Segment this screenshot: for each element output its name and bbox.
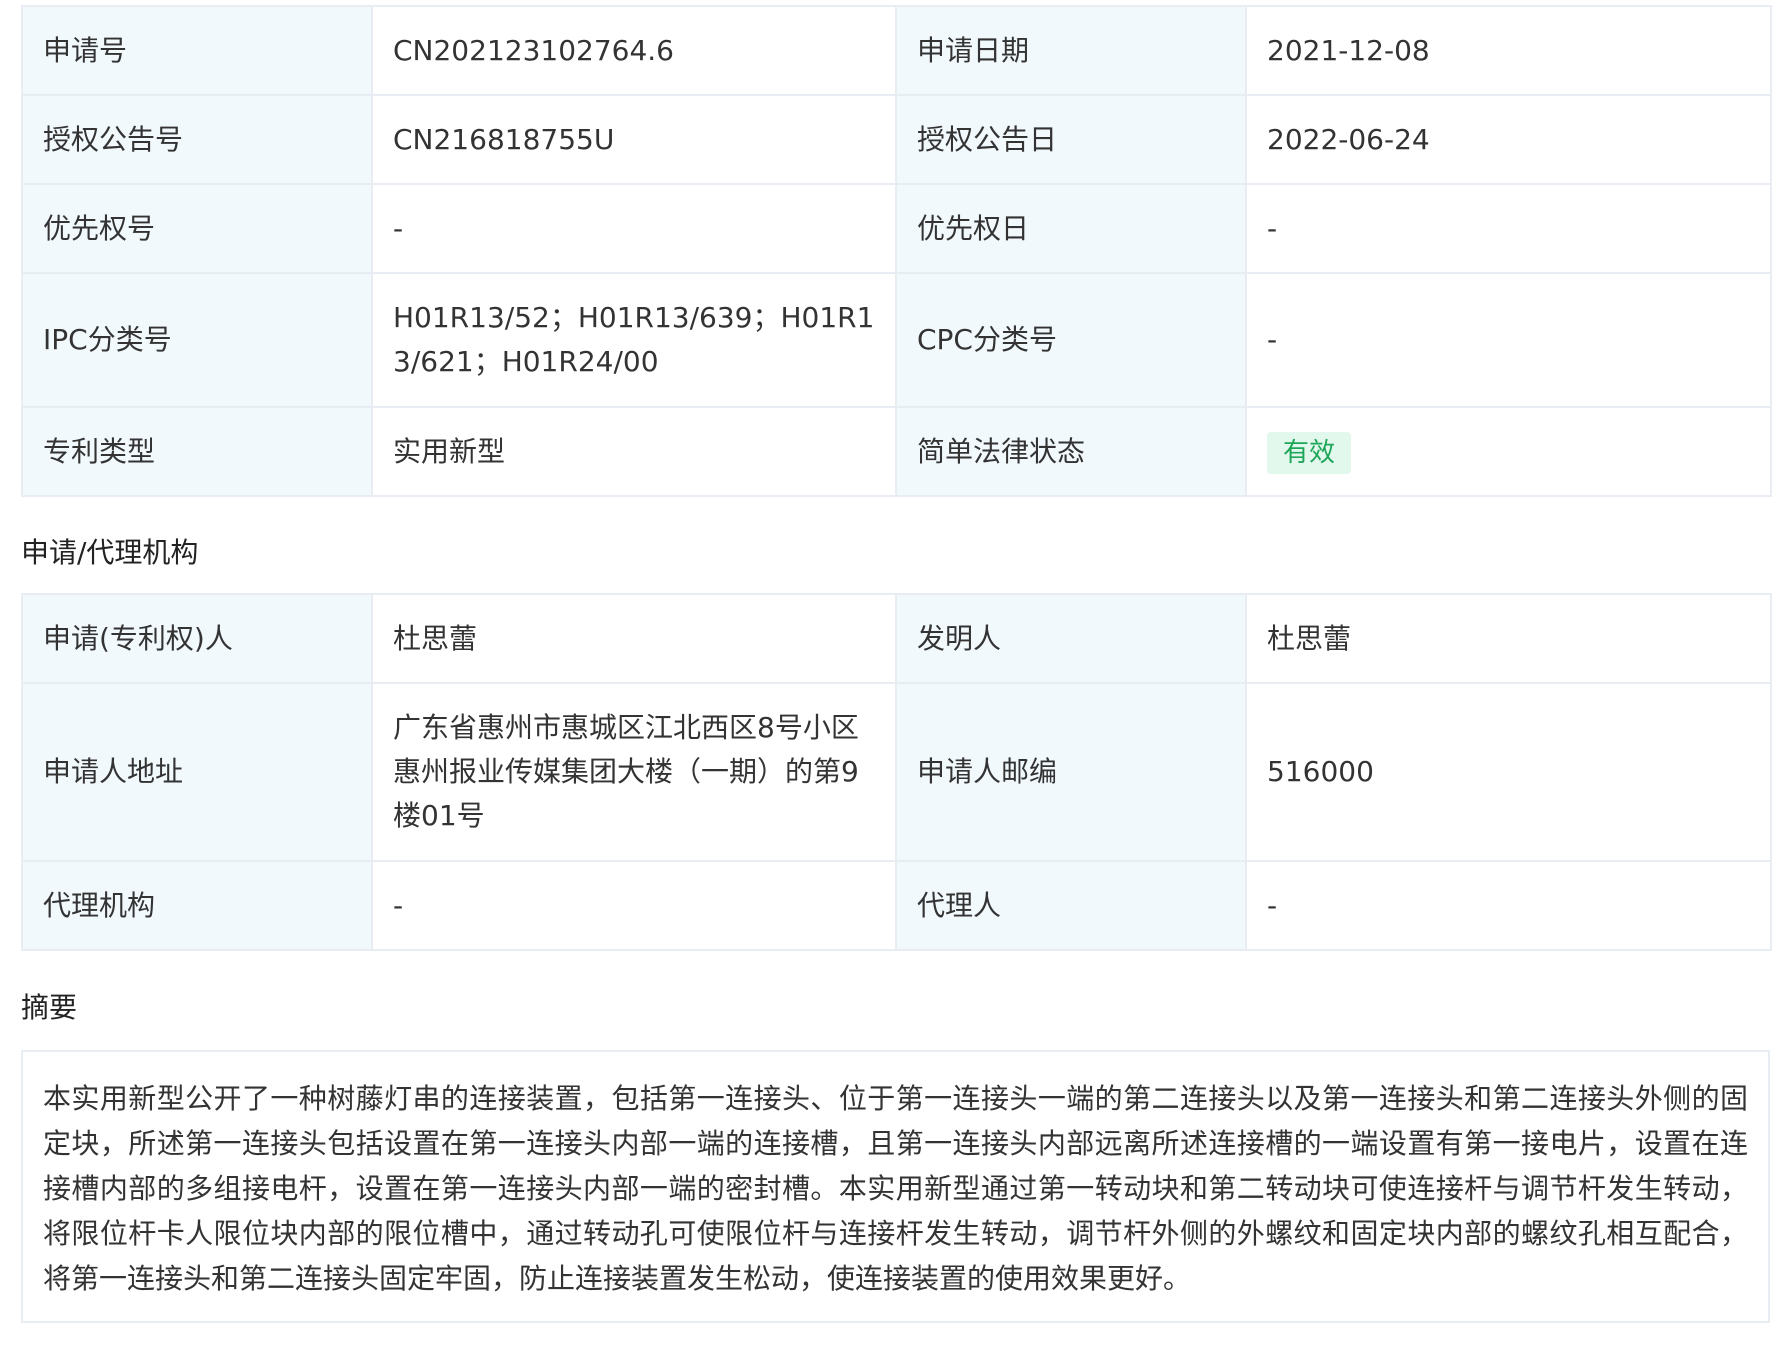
grant-publication-number-label: 授权公告号 <box>21 94 373 185</box>
application-number-label: 申请号 <box>21 5 373 96</box>
applicant-label: 申请(专利权)人 <box>21 593 373 684</box>
agent-value: - <box>1245 860 1772 951</box>
legal-status-label: 简单法律状态 <box>895 406 1247 497</box>
grant-publication-date-value: 2022-06-24 <box>1245 94 1772 185</box>
patent-type-value: 实用新型 <box>371 406 897 497</box>
agency-label: 代理机构 <box>21 860 373 951</box>
priority-date-value: - <box>1245 183 1772 274</box>
agency-info-table: 申请(专利权)人 杜思蕾 发明人 杜思蕾 申请人地址 广东省惠州市惠城区江北西区… <box>21 593 1772 951</box>
table-row: 申请(专利权)人 杜思蕾 发明人 杜思蕾 <box>21 593 1772 684</box>
grant-publication-date-label: 授权公告日 <box>895 94 1247 185</box>
patent-type-label: 专利类型 <box>21 406 373 497</box>
ipc-class-value: H01R13/52；H01R13/639；H01R13/621；H01R24/0… <box>371 272 897 408</box>
applicant-postcode-value: 516000 <box>1245 682 1772 862</box>
abstract-text: 本实用新型公开了一种树藤灯串的连接装置，包括第一连接头、位于第一连接头一端的第二… <box>21 1050 1770 1323</box>
cpc-class-value: - <box>1245 272 1772 408</box>
basic-info-table: 申请号 CN202123102764.6 申请日期 2021-12-08 授权公… <box>21 5 1772 497</box>
inventor-value: 杜思蕾 <box>1245 593 1772 684</box>
table-row: 授权公告号 CN216818755U 授权公告日 2022-06-24 <box>21 94 1772 185</box>
agency-section-title: 申请/代理机构 <box>21 536 199 569</box>
grant-publication-number-value: CN216818755U <box>371 94 897 185</box>
priority-number-value: - <box>371 183 897 274</box>
application-date-value: 2021-12-08 <box>1245 5 1772 96</box>
agent-label: 代理人 <box>895 860 1247 951</box>
inventor-label: 发明人 <box>895 593 1247 684</box>
applicant-postcode-label: 申请人邮编 <box>895 682 1247 862</box>
table-row: 申请号 CN202123102764.6 申请日期 2021-12-08 <box>21 5 1772 96</box>
priority-number-label: 优先权号 <box>21 183 373 274</box>
applicant-value: 杜思蕾 <box>371 593 897 684</box>
ipc-class-label: IPC分类号 <box>21 272 373 408</box>
table-row: 优先权号 - 优先权日 - <box>21 183 1772 274</box>
application-number-value: CN202123102764.6 <box>371 5 897 96</box>
table-row: IPC分类号 H01R13/52；H01R13/639；H01R13/621；H… <box>21 272 1772 408</box>
application-date-label: 申请日期 <box>895 5 1247 96</box>
table-row: 申请人地址 广东省惠州市惠城区江北西区8号小区惠州报业传媒集团大楼（一期）的第9… <box>21 682 1772 862</box>
priority-date-label: 优先权日 <box>895 183 1247 274</box>
patent-detail: 申请号 CN202123102764.6 申请日期 2021-12-08 授权公… <box>21 5 1772 1323</box>
cpc-class-label: CPC分类号 <box>895 272 1247 408</box>
status-badge: 有效 <box>1267 431 1352 474</box>
applicant-address-label: 申请人地址 <box>21 682 373 862</box>
table-row: 专利类型 实用新型 简单法律状态 有效 <box>21 406 1772 497</box>
abstract-section-title: 摘要 <box>21 991 78 1024</box>
applicant-address-value: 广东省惠州市惠城区江北西区8号小区惠州报业传媒集团大楼（一期）的第9楼01号 <box>371 682 897 862</box>
table-row: 代理机构 - 代理人 - <box>21 860 1772 951</box>
legal-status-cell: 有效 <box>1245 406 1772 497</box>
agency-value: - <box>371 860 897 951</box>
